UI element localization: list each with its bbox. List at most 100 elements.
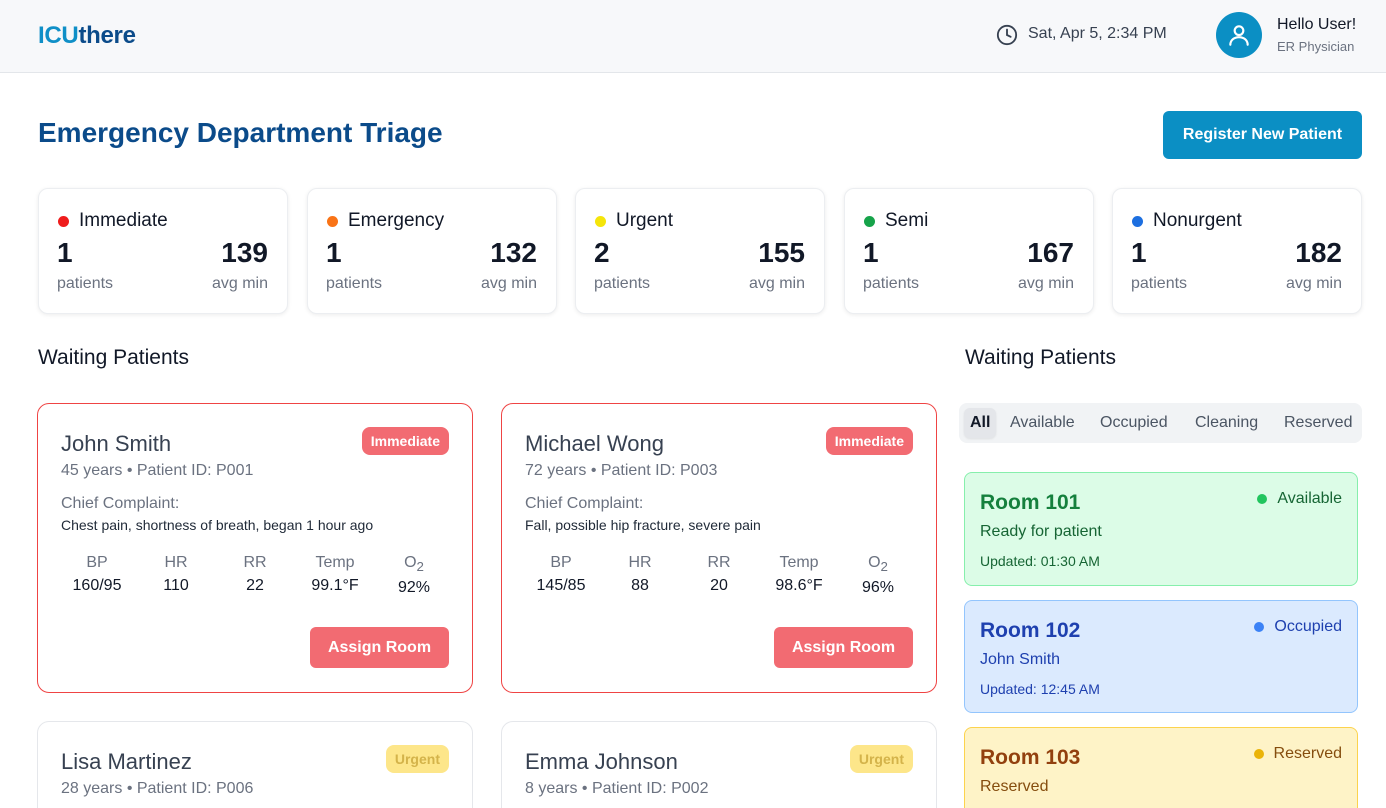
patient-card-p001[interactable]: John Smith 45 years • Patient ID: P001 I… (37, 403, 473, 693)
assign-room-button[interactable]: Assign Room (774, 627, 913, 668)
filter-all[interactable]: All (964, 408, 997, 438)
stat-avg: 155 (758, 237, 805, 268)
stat-label: Nonurgent (1153, 210, 1242, 231)
stat-count-caption: patients (594, 275, 651, 292)
vital-value: 88 (631, 577, 649, 594)
triage-badge: Urgent (385, 745, 449, 773)
stat-count: 1 (1131, 237, 1147, 268)
waiting-patients-title: Waiting Patients (38, 346, 189, 369)
o2-main: O (868, 554, 881, 571)
stat-label: Immediate (79, 210, 168, 231)
vital-label: HR (164, 554, 188, 571)
room-status: Reserved (1253, 745, 1342, 763)
status-dot (1253, 749, 1264, 759)
vital-temp: Temp 99.1°F (295, 554, 375, 595)
room-name: Room 103 (980, 746, 1081, 769)
o2-sub: 2 (880, 559, 888, 575)
stat-avg-caption: avg min (1017, 275, 1074, 292)
room-status-label: Available (1277, 490, 1342, 507)
filter-available[interactable]: Available (1004, 408, 1081, 438)
room-status: Occupied (1254, 618, 1342, 636)
room-status: Available (1257, 490, 1342, 508)
filter-reserved[interactable]: Reserved (1278, 408, 1358, 438)
stat-card-immediate[interactable]: Immediate 1 139 patients avg min (38, 188, 288, 314)
o2-main: O (404, 554, 417, 571)
stat-avg-caption: avg min (1285, 275, 1342, 292)
vital-label: BP (550, 554, 572, 571)
chief-complaint-label: Chief Complaint: (61, 495, 180, 512)
triage-badge: Urgent (849, 745, 913, 773)
o2-sub: 2 (416, 559, 424, 575)
status-dot (1257, 494, 1268, 504)
room-name: Room 101 (980, 491, 1081, 514)
vital-hr: HR 110 (136, 554, 216, 595)
vital-value: 20 (710, 577, 728, 594)
vital-label: Temp (315, 554, 355, 571)
room-detail: John Smith (980, 651, 1061, 668)
stat-card-emergency[interactable]: Emergency 1 132 patients avg min (307, 188, 557, 314)
register-new-patient-button[interactable]: Register New Patient (1163, 111, 1362, 159)
patient-name: Lisa Martinez (61, 749, 192, 774)
stat-label: Urgent (616, 210, 674, 231)
vital-label: HR (628, 554, 652, 571)
logo-part-icu: ICU (38, 22, 79, 49)
patient-card-p006[interactable]: Lisa Martinez 28 years • Patient ID: P00… (37, 721, 473, 808)
user-icon (1229, 25, 1249, 46)
patient-card-p002[interactable]: Emma Johnson 8 years • Patient ID: P002 … (501, 721, 937, 808)
vital-temp: Temp 98.6°F (759, 554, 839, 595)
clock-icon (996, 24, 1018, 46)
stat-avg: 167 (1027, 237, 1074, 268)
stat-count-caption: patients (57, 275, 114, 292)
vital-value: 145/85 (536, 577, 586, 594)
room-name: Room 102 (980, 619, 1081, 642)
vital-bp: BP 160/95 (57, 554, 137, 595)
room-status-label: Occupied (1274, 618, 1342, 635)
vital-label: O2 (374, 554, 454, 574)
vital-label: RR (707, 554, 731, 571)
stat-avg: 139 (221, 237, 268, 268)
vital-value: 96% (861, 579, 895, 597)
status-dot (327, 216, 338, 227)
logo-part-there: there (78, 22, 136, 49)
vital-value: 98.6°F (775, 577, 823, 594)
triage-badge: Immediate (825, 427, 913, 455)
vital-bp: BP 145/85 (521, 554, 601, 595)
stat-avg-caption: avg min (211, 275, 268, 292)
filter-occupied[interactable]: Occupied (1094, 408, 1174, 438)
stat-card-semi[interactable]: Semi 1 167 patients avg min (844, 188, 1094, 314)
stat-count: 1 (863, 237, 879, 268)
status-dot (595, 216, 606, 227)
user-role: ER Physician (1277, 39, 1355, 54)
vital-value: 22 (246, 577, 264, 594)
stat-count-caption: patients (326, 275, 383, 292)
stat-card-urgent[interactable]: Urgent 2 155 patients avg min (575, 188, 825, 314)
vital-value: 92% (397, 579, 431, 597)
room-detail: Ready for patient (980, 523, 1102, 540)
vital-rr: RR 22 (215, 554, 295, 595)
stat-avg: 132 (490, 237, 537, 268)
patient-name: Michael Wong (525, 431, 664, 456)
assign-room-button[interactable]: Assign Room (310, 627, 449, 668)
room-card-102[interactable]: Room 102 Occupied John Smith Updated: 12… (964, 600, 1358, 713)
stat-count: 1 (57, 237, 73, 268)
vital-hr: HR 88 (600, 554, 680, 595)
patient-card-p003[interactable]: Michael Wong 72 years • Patient ID: P003… (501, 403, 937, 693)
room-card-101[interactable]: Room 101 Available Ready for patient Upd… (964, 472, 1358, 586)
stat-card-nonurgent[interactable]: Nonurgent 1 182 patients avg min (1112, 188, 1362, 314)
stat-count-caption: patients (863, 275, 920, 292)
chief-complaint-label: Chief Complaint: (525, 495, 644, 512)
vital-label: BP (86, 554, 108, 571)
stat-avg-caption: avg min (748, 275, 805, 292)
triage-badge: Immediate (361, 427, 449, 455)
rooms-section-title: Waiting Patients (965, 346, 1116, 369)
top-bar: ICUthere Sat, Apr 5, 2:34 PM Hello User!… (0, 0, 1386, 73)
patient-meta: 8 years • Patient ID: P002 (525, 780, 709, 797)
user-greeting: Hello User! (1277, 16, 1357, 33)
user-avatar[interactable] (1216, 12, 1262, 58)
filter-cleaning[interactable]: Cleaning (1189, 408, 1264, 438)
room-detail: Reserved (980, 778, 1049, 795)
room-card-103[interactable]: Room 103 Reserved Reserved (964, 727, 1358, 808)
app-logo[interactable]: ICUthere (38, 22, 136, 50)
vital-rr: RR 20 (679, 554, 759, 595)
vital-value: 160/95 (72, 577, 122, 594)
